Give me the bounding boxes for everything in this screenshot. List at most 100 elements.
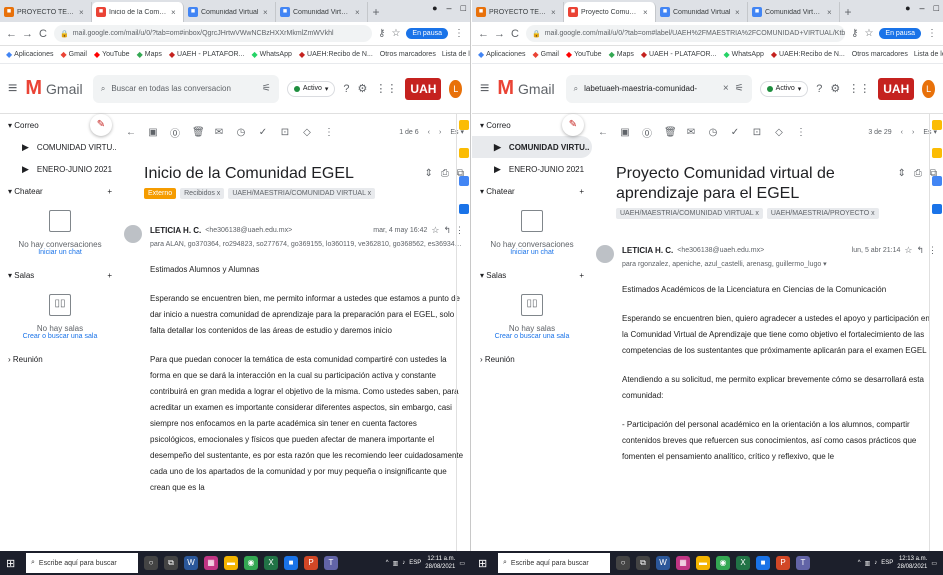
paused-sync-button[interactable]: En pausa bbox=[406, 28, 448, 39]
snooze-icon[interactable]: ◷ bbox=[236, 127, 246, 138]
delete-icon[interactable]: 🗑 bbox=[664, 127, 677, 138]
bookmark-item[interactable]: ◆ WhatsApp bbox=[723, 50, 763, 59]
add-task-icon[interactable]: ✓ bbox=[258, 127, 268, 138]
compose-button[interactable]: ✎ bbox=[562, 114, 584, 136]
move-to-icon[interactable]: ⊡ bbox=[280, 127, 290, 138]
close-icon[interactable]: × bbox=[263, 8, 271, 17]
tasks-icon[interactable] bbox=[931, 176, 942, 186]
chat-start-link[interactable]: Iniciar un chat bbox=[472, 249, 592, 256]
star-icon[interactable]: ☆ bbox=[904, 245, 912, 256]
add-rooms-button[interactable]: + bbox=[107, 271, 112, 280]
calendar-icon[interactable] bbox=[458, 120, 469, 130]
close-icon[interactable]: × bbox=[735, 8, 743, 17]
input-language[interactable]: ESP bbox=[409, 560, 421, 566]
address-bar[interactable]: 🔒 mail.google.com/mail/u/0/?tab=om#inbox/… bbox=[54, 25, 373, 42]
reload-icon[interactable]: C bbox=[510, 28, 520, 40]
browser-tab[interactable]: ■Proyecto Comunidad virt× bbox=[564, 2, 656, 22]
rooms-start-link[interactable]: Crear o buscar una sala bbox=[0, 333, 120, 340]
gear-icon[interactable]: ⚙ bbox=[830, 82, 840, 95]
sidebar-label-item[interactable]: ▶ COMUNIDAD VIRTU.. bbox=[472, 136, 592, 158]
task-view-icon[interactable]: ⧉ bbox=[636, 556, 650, 570]
add-chat-button[interactable]: + bbox=[579, 187, 584, 196]
back-arrow-icon[interactable]: ← bbox=[126, 127, 136, 138]
tasks-icon[interactable] bbox=[458, 176, 469, 186]
status-active-button[interactable]: Activo ▾ bbox=[759, 80, 809, 97]
reply-icon[interactable]: ↰ bbox=[443, 225, 451, 236]
compose-button[interactable]: ✎ bbox=[90, 114, 112, 136]
clock[interactable]: 12:11 a.m. 28/08/2021 bbox=[425, 555, 455, 571]
chat-section-header[interactable]: ▾ Chatear + bbox=[0, 180, 120, 202]
search-options-icon[interactable]: ⚟ bbox=[262, 83, 271, 94]
newer-button[interactable]: › bbox=[912, 129, 914, 136]
gear-icon[interactable]: ⚙ bbox=[358, 82, 368, 95]
bookmark-folder[interactable]: Otros marcadores bbox=[852, 51, 908, 58]
help-icon[interactable]: ? bbox=[343, 83, 349, 95]
chat-start-link[interactable]: Iniciar un chat bbox=[0, 249, 120, 256]
sender-avatar[interactable] bbox=[596, 245, 614, 263]
bookmark-item[interactable]: ◆ Maps bbox=[137, 50, 162, 59]
more-vert-icon[interactable]: ⋮ bbox=[324, 127, 334, 138]
bookmark-folder[interactable]: Lista de lectura bbox=[914, 51, 943, 58]
report-spam-icon[interactable]: ⓪ bbox=[642, 125, 652, 140]
label-chip[interactable]: UAEH/MAESTRIA/PROYECTO x bbox=[766, 208, 879, 219]
help-icon[interactable]: ? bbox=[816, 83, 822, 95]
sidebar-label-item[interactable]: ▶ ENERO-JUNIO 2021 bbox=[472, 158, 592, 180]
key-icon[interactable]: ⚷ bbox=[378, 28, 385, 39]
app-icon[interactable]: ■ bbox=[756, 556, 770, 570]
bookmark-item[interactable]: ◆ Aplicaciones bbox=[6, 50, 53, 59]
teams-icon[interactable]: T bbox=[324, 556, 338, 570]
snooze-icon[interactable]: ◷ bbox=[708, 127, 718, 138]
bookmark-item[interactable]: ◆ UAEH - PLATAFOR... bbox=[641, 50, 717, 59]
contacts-icon[interactable] bbox=[458, 204, 469, 214]
cortana-icon[interactable]: ○ bbox=[144, 556, 158, 570]
label-chip[interactable]: UAEH/MAESTRIA/COMUNIDAD VIRTUAL x bbox=[616, 208, 763, 219]
new-tab-button[interactable]: + bbox=[840, 2, 856, 22]
rooms-start-link[interactable]: Crear o buscar una sala bbox=[472, 333, 592, 340]
mail-section-header[interactable]: ▾ Correo ✎ bbox=[0, 114, 120, 136]
keep-icon[interactable] bbox=[458, 148, 469, 158]
browser-tab[interactable]: ■PROYECTO TERMINAL - G× bbox=[0, 2, 92, 22]
back-icon[interactable]: ← bbox=[6, 28, 17, 40]
browser-tab[interactable]: ■ Comunidad Virtual × bbox=[184, 2, 276, 22]
more-vert-icon[interactable]: ⋮ bbox=[927, 28, 937, 39]
expand-icon[interactable]: ⇕ bbox=[897, 168, 905, 179]
close-icon[interactable]: × bbox=[643, 8, 651, 17]
mark-unread-icon[interactable]: ✉ bbox=[214, 127, 224, 138]
bookmark-item[interactable]: ◆ Gmail bbox=[60, 50, 86, 59]
close-icon[interactable]: × bbox=[827, 8, 835, 17]
input-language[interactable]: ESP bbox=[881, 560, 893, 566]
rooms-section-header[interactable]: ▾ Salas + bbox=[0, 264, 120, 286]
powerpoint-icon[interactable]: P bbox=[776, 556, 790, 570]
print-icon[interactable]: ⎙ bbox=[441, 168, 449, 179]
windows-start-icon[interactable]: ⊞ bbox=[6, 557, 20, 570]
browser-tab[interactable]: ■Inicio de la Comunidad E× bbox=[92, 2, 184, 22]
forward-icon[interactable]: → bbox=[494, 28, 505, 40]
bookmark-item[interactable]: ◆ UAEH:Recibo de N... bbox=[299, 50, 373, 59]
chrome-icon[interactable]: ◉ bbox=[716, 556, 730, 570]
word-icon[interactable]: W bbox=[184, 556, 198, 570]
add-chat-button[interactable]: + bbox=[107, 187, 112, 196]
apps-grid-icon[interactable]: ⋮⋮ bbox=[848, 82, 870, 95]
calendar-icon[interactable] bbox=[931, 120, 942, 130]
bookmark-item[interactable]: ◆ Aplicaciones bbox=[478, 50, 525, 59]
task-view-icon[interactable]: ⧉ bbox=[164, 556, 178, 570]
back-icon[interactable]: ← bbox=[478, 28, 489, 40]
word-icon[interactable]: W bbox=[656, 556, 670, 570]
search-input[interactable]: ⌕ labetuaeh-maestria-comunidad- × ⚟ bbox=[565, 74, 752, 103]
browser-tab[interactable]: ■Comunidad Virtual - Resu× bbox=[748, 2, 840, 22]
close-icon[interactable]: × bbox=[355, 8, 363, 17]
menu-icon[interactable]: ≡ bbox=[8, 80, 17, 98]
paused-sync-button[interactable]: En pausa bbox=[879, 28, 921, 39]
browser-tab[interactable]: ■Comunidad Virtual - Resu× bbox=[276, 2, 368, 22]
gmail-logo[interactable]: M Gmail bbox=[25, 77, 84, 100]
more-vert-icon[interactable]: ⋮ bbox=[454, 28, 464, 39]
label-chip[interactable]: UAEH/MAESTRIA/COMUNIDAD VIRTUAL x bbox=[228, 188, 376, 199]
reload-icon[interactable]: C bbox=[38, 28, 48, 40]
report-spam-icon[interactable]: ⓪ bbox=[170, 125, 180, 140]
close-icon[interactable]: × bbox=[171, 8, 179, 17]
label-chip[interactable]: Recibidos x bbox=[180, 188, 225, 199]
sidebar-label-item[interactable]: ▶ COMUNIDAD VIRTU.. bbox=[0, 136, 120, 158]
bookmark-item[interactable]: ◆ YouTube bbox=[566, 50, 602, 59]
menu-icon[interactable]: ≡ bbox=[480, 80, 489, 98]
more-vert-icon[interactable]: ⋮ bbox=[796, 127, 806, 138]
